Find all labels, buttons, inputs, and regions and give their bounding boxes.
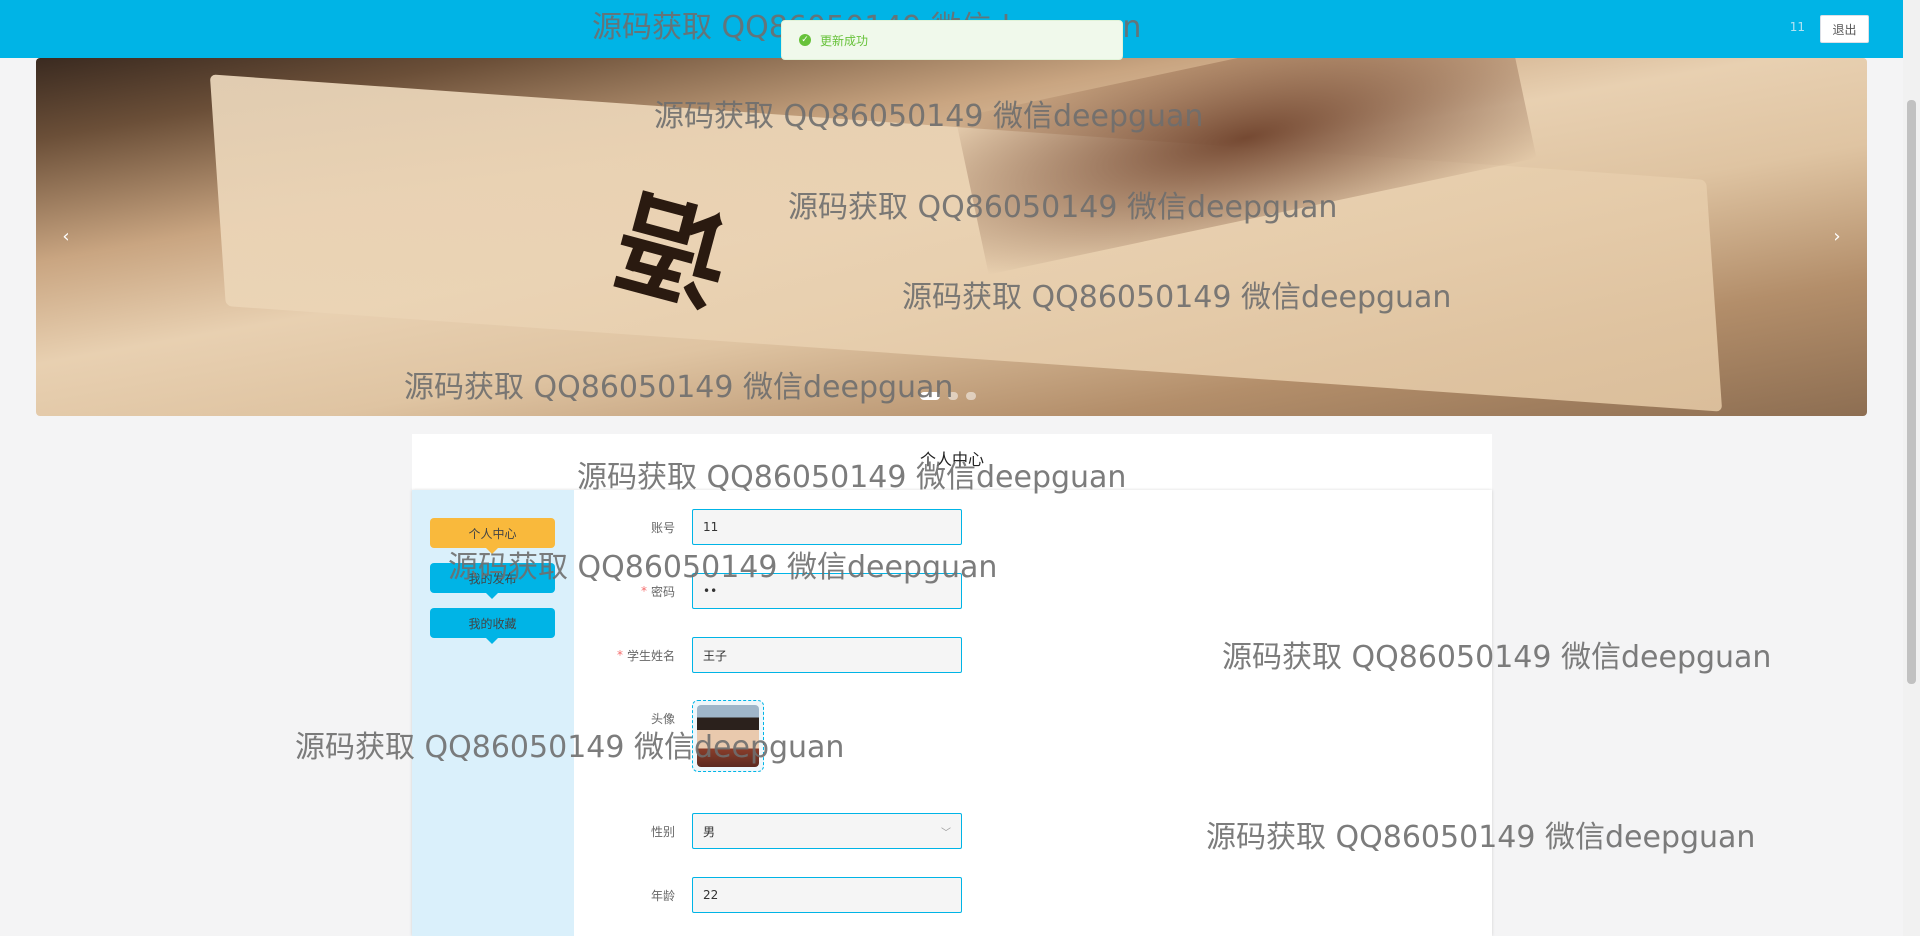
sidebar: 个人中心 我的发布 我的收藏 bbox=[412, 490, 574, 936]
sidebar-item-my-posts[interactable]: 我的发布 bbox=[430, 563, 555, 599]
username-label: 11 bbox=[1789, 20, 1805, 34]
profile-panel: 个人中心 我的发布 我的收藏 账号 11 * 密码 •• * 学生姓名 王子 头像 … bbox=[412, 490, 1492, 936]
account-field[interactable]: 11 bbox=[692, 509, 962, 545]
password-field[interactable]: •• bbox=[692, 573, 962, 609]
page-title: 个人中心 bbox=[919, 450, 984, 469]
account-label: 账号 bbox=[650, 520, 675, 535]
gender-row: 性别 男 ﹀ bbox=[574, 813, 974, 849]
sidebar-item-my-favorites[interactable]: 我的收藏 bbox=[430, 608, 555, 644]
logout-button[interactable]: 退出 bbox=[1820, 15, 1869, 43]
student-name-field[interactable]: 王子 bbox=[692, 637, 962, 673]
carousel-next-arrow-icon[interactable]: › bbox=[1819, 218, 1855, 254]
success-toast: ✓ 更新成功 bbox=[781, 20, 1123, 60]
required-mark: * bbox=[640, 584, 647, 598]
age-row: 年龄 22 bbox=[574, 877, 974, 913]
avatar-row: 头像 bbox=[574, 700, 974, 736]
carousel-indicators bbox=[920, 392, 976, 400]
gender-select[interactable]: 男 ﹀ bbox=[692, 813, 962, 849]
avatar-uploader[interactable] bbox=[692, 700, 764, 772]
banner-carousel: 语 ‹ › bbox=[36, 58, 1867, 416]
required-mark: * bbox=[616, 648, 623, 662]
page-header: 个人中心 bbox=[412, 434, 1492, 490]
gender-value: 男 bbox=[703, 824, 716, 839]
age-label: 年龄 bbox=[650, 888, 675, 903]
carousel-dot-2[interactable] bbox=[948, 392, 958, 400]
carousel-prev-arrow-icon[interactable]: ‹ bbox=[48, 218, 84, 254]
page-scrollbar[interactable] bbox=[1903, 0, 1920, 936]
student-name-label: * 学生姓名 bbox=[616, 648, 675, 663]
avatar-label: 头像 bbox=[650, 711, 675, 726]
chevron-down-icon: ﹀ bbox=[941, 828, 951, 839]
carousel-dot-3[interactable] bbox=[966, 392, 976, 400]
scrollbar-thumb[interactable] bbox=[1907, 100, 1916, 684]
sidebar-item-profile[interactable]: 个人中心 bbox=[430, 518, 555, 554]
age-field[interactable]: 22 bbox=[692, 877, 962, 913]
toast-message: 更新成功 bbox=[820, 33, 869, 48]
gender-label: 性别 bbox=[650, 824, 675, 839]
avatar bbox=[697, 705, 759, 767]
password-label: * 密码 bbox=[640, 584, 675, 599]
account-row: 账号 11 bbox=[574, 509, 974, 545]
password-row: * 密码 •• bbox=[574, 573, 974, 609]
student-name-row: * 学生姓名 王子 bbox=[574, 637, 974, 673]
success-check-icon: ✓ bbox=[799, 34, 811, 46]
carousel-dot-1[interactable] bbox=[920, 392, 940, 400]
